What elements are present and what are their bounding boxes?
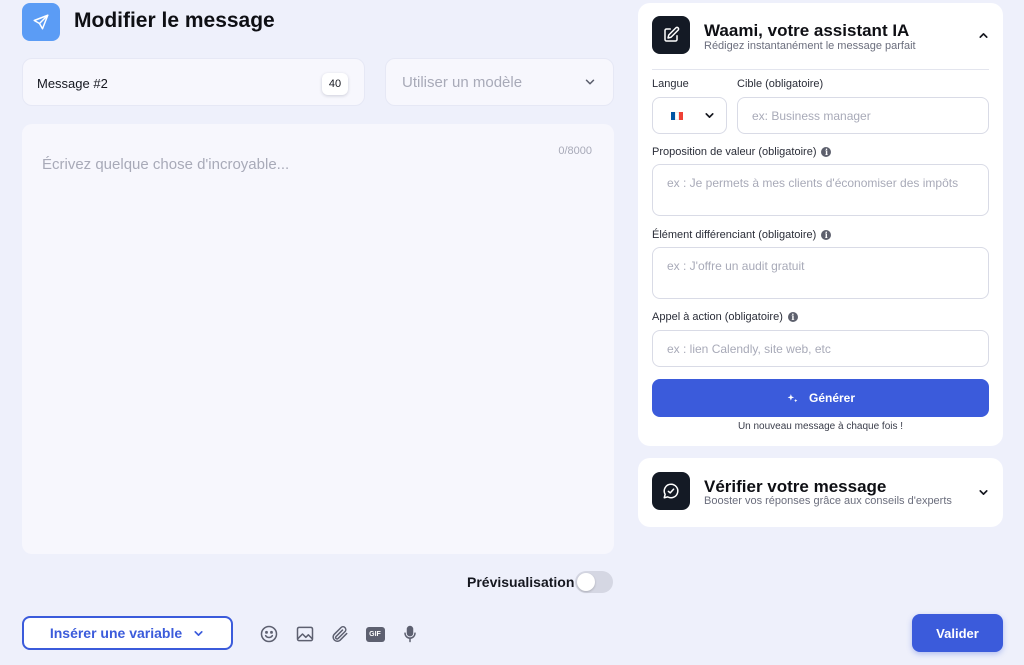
gif-icon: GIF — [365, 626, 385, 642]
message-editor[interactable]: 0/8000 — [22, 124, 614, 554]
cta-input[interactable] — [667, 342, 978, 356]
smiley-icon — [260, 625, 278, 643]
message-name-field[interactable]: 40 — [22, 58, 365, 106]
generate-button[interactable]: Générer — [652, 379, 989, 417]
info-icon[interactable]: i — [821, 147, 832, 157]
gif-button[interactable]: GIF — [363, 622, 387, 646]
microphone-icon — [404, 625, 416, 643]
attachment-button[interactable] — [328, 622, 352, 646]
ai-panel-title: Waami, votre assistant IA — [704, 21, 910, 40]
cta-label-text: Appel à action (obligatoire) — [652, 311, 783, 323]
generate-button-label: Générer — [808, 391, 856, 405]
target-field[interactable] — [737, 97, 989, 134]
sparkles-icon — [787, 393, 798, 402]
validate-button[interactable]: Valider — [912, 614, 1003, 652]
insert-variable-label: Insérer une variable — [49, 625, 183, 641]
french-flag-icon — [671, 111, 683, 120]
image-button[interactable] — [293, 622, 317, 646]
template-select[interactable]: Utiliser un modèle — [385, 58, 614, 106]
ai-panel-collapse-button[interactable] — [976, 28, 990, 42]
language-select[interactable] — [652, 97, 727, 134]
info-icon[interactable]: i — [821, 230, 832, 240]
send-icon-badge — [22, 3, 60, 41]
preview-toggle[interactable] — [575, 571, 613, 593]
chevron-down-icon — [978, 489, 988, 495]
verify-panel-title: Vérifier votre message — [704, 477, 887, 496]
differentiator-textarea[interactable] — [667, 259, 978, 287]
target-label: Cible (obligatoire) — [737, 78, 823, 90]
target-input[interactable] — [752, 109, 978, 123]
paperclip-icon — [332, 626, 348, 642]
value-prop-label-text: Proposition de valeur (obligatoire) — [652, 146, 817, 158]
toggle-knob — [577, 573, 595, 591]
cta-label: Appel à action (obligatoire) i — [652, 311, 798, 323]
verify-panel-icon — [652, 472, 690, 510]
info-icon[interactable]: i — [787, 312, 798, 322]
generate-note: Un nouveau message à chaque fois ! — [737, 421, 904, 432]
verify-panel-subtitle: Booster vos réponses grâce aux conseils … — [704, 495, 952, 507]
page-title: Modifier le message — [74, 9, 275, 32]
chevron-down-icon — [585, 79, 595, 85]
chat-check-icon — [663, 483, 679, 499]
chevron-down-icon — [194, 630, 203, 636]
differentiator-field[interactable] — [652, 247, 989, 299]
character-count-badge: 40 — [322, 73, 348, 95]
differentiator-label-text: Élément différenciant (obligatoire) — [652, 229, 817, 241]
chevron-up-icon — [978, 32, 988, 38]
ai-panel-icon — [652, 16, 690, 54]
cta-field[interactable] — [652, 330, 989, 367]
paper-plane-icon — [33, 14, 49, 30]
preview-label: Prévisualisation — [467, 574, 575, 590]
value-prop-field[interactable] — [652, 164, 989, 216]
ai-panel-subtitle: Rédigez instantanément le message parfai… — [704, 40, 916, 52]
template-select-placeholder: Utiliser un modèle — [402, 73, 523, 91]
language-label: Langue — [652, 78, 689, 90]
message-name-input[interactable] — [37, 73, 307, 93]
edit-icon — [664, 26, 680, 42]
value-prop-label: Proposition de valeur (obligatoire) i — [652, 146, 832, 158]
verify-message-panel[interactable]: Vérifier votre message Booster vos répon… — [638, 458, 1003, 527]
value-prop-textarea[interactable] — [667, 176, 978, 204]
language-label-text: Langue — [652, 78, 689, 90]
chevron-down-icon — [705, 113, 714, 118]
emoji-button[interactable] — [257, 622, 281, 646]
message-body-textarea[interactable] — [42, 156, 594, 536]
differentiator-label: Élément différenciant (obligatoire) i — [652, 229, 832, 241]
ai-assistant-panel: Waami, votre assistant IA Rédigez instan… — [638, 3, 1003, 446]
insert-variable-button[interactable]: Insérer une variable — [22, 616, 233, 650]
flag-stripe-red — [679, 111, 683, 120]
divider — [652, 69, 989, 70]
voice-button[interactable] — [398, 622, 422, 646]
image-icon — [296, 626, 314, 642]
target-label-text: Cible (obligatoire) — [737, 78, 824, 90]
verify-panel-expand-button[interactable] — [976, 485, 990, 499]
